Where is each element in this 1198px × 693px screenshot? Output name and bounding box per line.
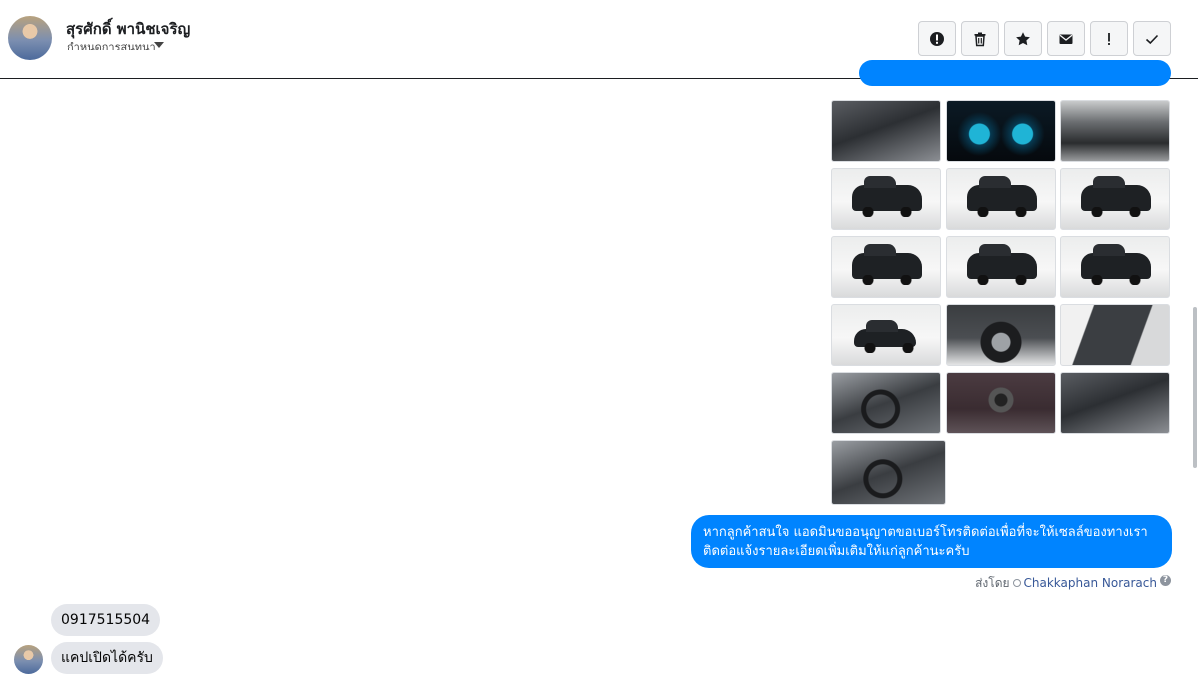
photo-thumbnail[interactable] xyxy=(1060,236,1170,298)
received-message-bubble[interactable]: 0917515504 xyxy=(51,604,161,636)
exclamation-icon xyxy=(1108,32,1110,45)
photo-thumbnail[interactable] xyxy=(1060,168,1170,230)
photo-thumbnail[interactable] xyxy=(831,304,941,366)
contact-avatar-small[interactable] xyxy=(14,645,43,674)
photo-thumbnail[interactable] xyxy=(1060,304,1170,366)
delete-button[interactable] xyxy=(961,21,999,56)
contact-avatar[interactable] xyxy=(8,16,52,60)
photo-thumbnail[interactable] xyxy=(831,100,941,162)
sent-message-bubble[interactable]: หากลูกค้าสนใจ แอดมินขออนุญาตขอเบอร์โทรติ… xyxy=(691,515,1172,568)
help-icon[interactable]: ? xyxy=(1160,575,1171,586)
received-message-bubble[interactable]: แคปเปิดได้ครับ xyxy=(51,642,163,674)
envelope-icon xyxy=(1059,34,1073,44)
sender-name-link[interactable]: Chakkaphan Norarach xyxy=(1024,576,1157,590)
report-spam-button[interactable] xyxy=(918,21,956,56)
photo-thumbnail[interactable] xyxy=(945,304,1056,366)
pickup-truck-image xyxy=(966,244,1037,285)
photo-thumbnail[interactable] xyxy=(831,236,941,298)
conversation-label[interactable]: กำหนดการสนทนา xyxy=(67,40,156,50)
pickup-truck-image xyxy=(852,244,922,285)
sent-by-line: ส่งโดย Chakkaphan Norarach xyxy=(975,574,1157,593)
sent-message-bubble[interactable] xyxy=(859,60,1171,86)
photo-thumbnail[interactable] xyxy=(831,372,941,434)
pickup-truck-image xyxy=(854,320,916,353)
trash-icon xyxy=(974,32,986,46)
photo-thumbnail[interactable] xyxy=(1060,100,1170,162)
pickup-truck-image xyxy=(852,176,922,217)
check-icon xyxy=(1145,34,1159,44)
star-button[interactable] xyxy=(1004,21,1042,56)
alert-circle-icon xyxy=(930,31,944,46)
star-icon xyxy=(1016,31,1030,45)
photo-thumbnail[interactable] xyxy=(831,440,946,505)
scrollbar-thumb[interactable] xyxy=(1193,307,1197,468)
pickup-truck-image xyxy=(966,176,1037,217)
caret-down-icon[interactable] xyxy=(154,42,164,48)
photo-thumbnail[interactable] xyxy=(945,168,1056,230)
sent-by-prefix: ส่งโดย xyxy=(975,576,1010,590)
photo-thumbnail[interactable] xyxy=(945,100,1056,162)
photo-thumbnail[interactable] xyxy=(945,372,1056,434)
verified-icon xyxy=(1012,579,1021,587)
mark-unread-button[interactable] xyxy=(1047,21,1085,56)
photo-thumbnail[interactable] xyxy=(1060,372,1170,434)
mark-important-button[interactable] xyxy=(1090,21,1128,56)
mark-done-button[interactable] xyxy=(1133,21,1171,56)
pickup-truck-image xyxy=(1081,244,1151,285)
conversation-toolbar xyxy=(918,21,1171,56)
photo-thumbnail[interactable] xyxy=(945,236,1056,298)
contact-name[interactable]: สุรศักดิ์ พานิชเจริญ xyxy=(66,17,190,41)
photo-thumbnail[interactable] xyxy=(831,168,941,230)
pickup-truck-image xyxy=(1081,176,1151,217)
